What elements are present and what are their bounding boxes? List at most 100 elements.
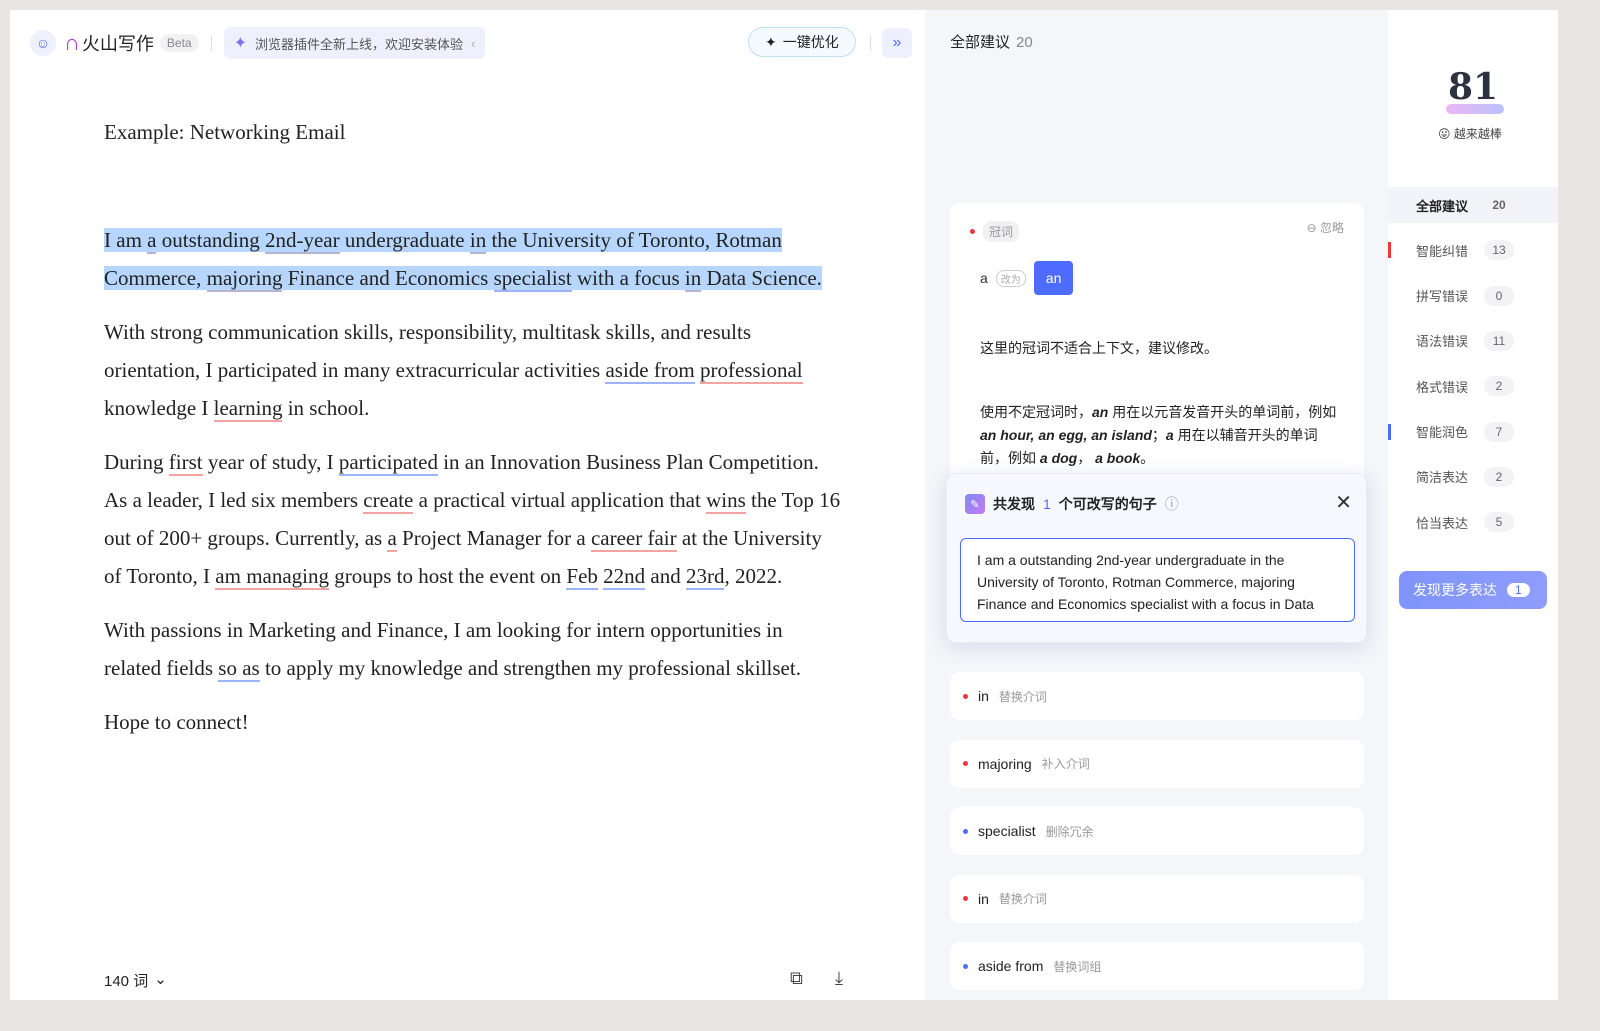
word-count-label: 140 词 [104, 973, 149, 990]
suggestion-word: specialist [978, 823, 1036, 839]
word-count[interactable]: 140 词 ⌄ [104, 970, 167, 991]
find-more-button[interactable]: 发现更多表达 1 [1399, 571, 1547, 609]
flagged-word[interactable]: aside from [605, 358, 695, 384]
flagged-word[interactable]: participated [338, 450, 438, 476]
popup-prefix: 共发现 [993, 496, 1035, 512]
chevron-down-icon: ⌄ [154, 971, 167, 988]
nav-item[interactable]: 恰当表达 5 [1388, 504, 1558, 540]
nav-label: 格式错误 [1416, 379, 1469, 395]
status-dot [963, 828, 968, 834]
text-run: , 2022. [724, 564, 783, 588]
nav-label: 智能纠错 [1416, 243, 1469, 259]
puzzle-icon: ✦ [233, 35, 247, 52]
text-run: I am [104, 228, 148, 252]
status-dot [963, 693, 968, 699]
nav-item[interactable]: 全部建议 20 [1388, 187, 1558, 223]
nav-label: 智能润色 [1416, 425, 1469, 440]
copy-icon[interactable]: ⧉ [790, 968, 803, 989]
flagged-word[interactable]: a [387, 526, 397, 552]
rewrite-sentence[interactable]: I am a outstanding 2nd-year undergraduat… [960, 538, 1355, 622]
text-run: Finance and Economics [282, 266, 494, 290]
logo[interactable]: ∩ 火山写作 Beta [64, 30, 199, 56]
popup-suffix: 个可改写的句子 [1058, 496, 1157, 512]
score: 81 [1448, 66, 1499, 108]
suggestion-card[interactable]: in 替换介词 [950, 874, 1364, 923]
flagged-word[interactable]: am managing [215, 564, 330, 590]
flagged-word[interactable]: majoring [206, 266, 283, 292]
suggestion-card[interactable]: aside from 替换词组 [950, 942, 1364, 990]
find-more-label: 发现更多表达 [1413, 582, 1497, 598]
original-word: a [980, 270, 988, 286]
download-icon[interactable]: ⤓ [835, 968, 843, 989]
document[interactable]: Example: Networking Email I am a outstan… [104, 120, 844, 757]
accept-suggestion-button[interactable]: an [1033, 261, 1074, 295]
suggestion-word: majoring [978, 755, 1032, 772]
optimize-button[interactable]: ✦ 一键优化 [748, 27, 856, 57]
suggestion-word: in [978, 890, 989, 907]
nav-item[interactable]: 拼写错误 0 [1388, 278, 1558, 314]
flagged-word[interactable]: first [168, 450, 203, 476]
flagged-word[interactable]: create [363, 488, 414, 514]
paragraph[interactable]: During first year of study, I participat… [104, 443, 844, 595]
paragraph[interactable]: Hope to connect! [104, 703, 844, 741]
nav-item[interactable]: 语法错误 11 [1388, 323, 1558, 359]
chevron-left-icon[interactable]: ‹ [471, 36, 475, 51]
rewrite-popup: ✎ 共发现 1 个可改写的句子 ⓘ ✕ I am a outstanding 2nd-y… [946, 473, 1367, 643]
beta-badge: Beta [159, 34, 199, 52]
flagged-word[interactable]: career fair [590, 526, 677, 552]
suggestion-hint: 替换词组 [1053, 959, 1102, 974]
nav-count: 0 [1484, 285, 1514, 306]
flagged-word[interactable]: professional [699, 358, 803, 384]
suggestion-word: aside from [978, 958, 1044, 974]
score-swirl [1446, 104, 1504, 114]
document-title[interactable]: Example: Networking Email [104, 120, 844, 145]
text-run: and [645, 564, 686, 588]
divider [210, 35, 212, 51]
flagged-word[interactable]: in [684, 266, 702, 292]
nav-item[interactable]: 简洁表达 2 [1388, 459, 1558, 495]
close-icon[interactable]: ✕ [1335, 490, 1352, 515]
flagged-word[interactable]: 2nd-year [264, 228, 340, 254]
ignore-button[interactable]: ⊖ 忽略 [1307, 219, 1344, 236]
user-icon[interactable]: ☺ [30, 30, 56, 56]
suggestion-hint: 替换介词 [998, 892, 1047, 906]
flagged-word[interactable]: wins [706, 488, 746, 514]
nav-count: 13 [1484, 240, 1514, 261]
flagged-word[interactable]: 22nd [603, 564, 646, 590]
nav-label: 全部建议 [1416, 198, 1469, 214]
flagged-word[interactable]: in [469, 228, 487, 254]
nav-item[interactable]: 格式错误 2 [1388, 368, 1558, 404]
error-dot [970, 229, 975, 235]
ignore-label: 忽略 [1319, 221, 1344, 235]
suggestion-card[interactable]: specialist 删除冗余 [950, 807, 1364, 855]
flagged-word[interactable]: so as [218, 656, 260, 682]
nav-item[interactable]: 智能纠错 13 [1388, 232, 1558, 268]
nav-count: 20 [1484, 195, 1514, 215]
flagged-word[interactable]: learning [213, 396, 283, 422]
paragraph[interactable]: I am a outstanding 2nd-year undergraduat… [104, 221, 844, 297]
category-bar [1388, 242, 1391, 259]
change-arrow: 改为 [995, 269, 1026, 287]
flagged-word[interactable]: specialist [493, 266, 572, 292]
suggestion-card[interactable]: majoring 补入介词 [950, 739, 1364, 788]
text-run: Project Manager for a [396, 526, 591, 550]
suggestion-word: in [978, 688, 989, 704]
category-tag: 冠词 [983, 221, 1020, 242]
help-icon[interactable]: ⓘ [1165, 494, 1179, 514]
nav-item[interactable]: 智能润色 7 [1388, 414, 1558, 450]
logo-icon: ∩ [64, 30, 80, 55]
find-more-count: 1 [1507, 583, 1530, 597]
text-run: During [104, 450, 169, 474]
flagged-word[interactable]: 23rd [685, 564, 725, 590]
paragraph[interactable]: With strong communication skills, respon… [104, 313, 844, 427]
suggestion-card[interactable]: in 替换介词 [950, 672, 1364, 720]
suggestions-panel: 全部建议 20 冠词 ⊖ 忽略 a 改为 an 这里的冠词不适合上下文，建议修改。 使… [925, 10, 1388, 1000]
nav-label: 简洁表达 [1416, 470, 1469, 486]
emoji-icon: 😛 [1438, 127, 1451, 141]
plugin-banner[interactable]: ✦ 浏览器插件全新上线，欢迎安装体验 ‹ [223, 27, 486, 59]
double-chevron-right-icon[interactable]: » [882, 28, 912, 58]
paragraph[interactable]: With passions in Marketing and Finance, … [104, 611, 844, 687]
suggestion-hint: 替换介词 [998, 689, 1047, 704]
flagged-word[interactable]: Feb [566, 564, 598, 590]
suggestion-card-active[interactable]: 冠词 ⊖ 忽略 a 改为 an 这里的冠词不适合上下文，建议修改。 使用不定冠词时，… [950, 203, 1364, 493]
